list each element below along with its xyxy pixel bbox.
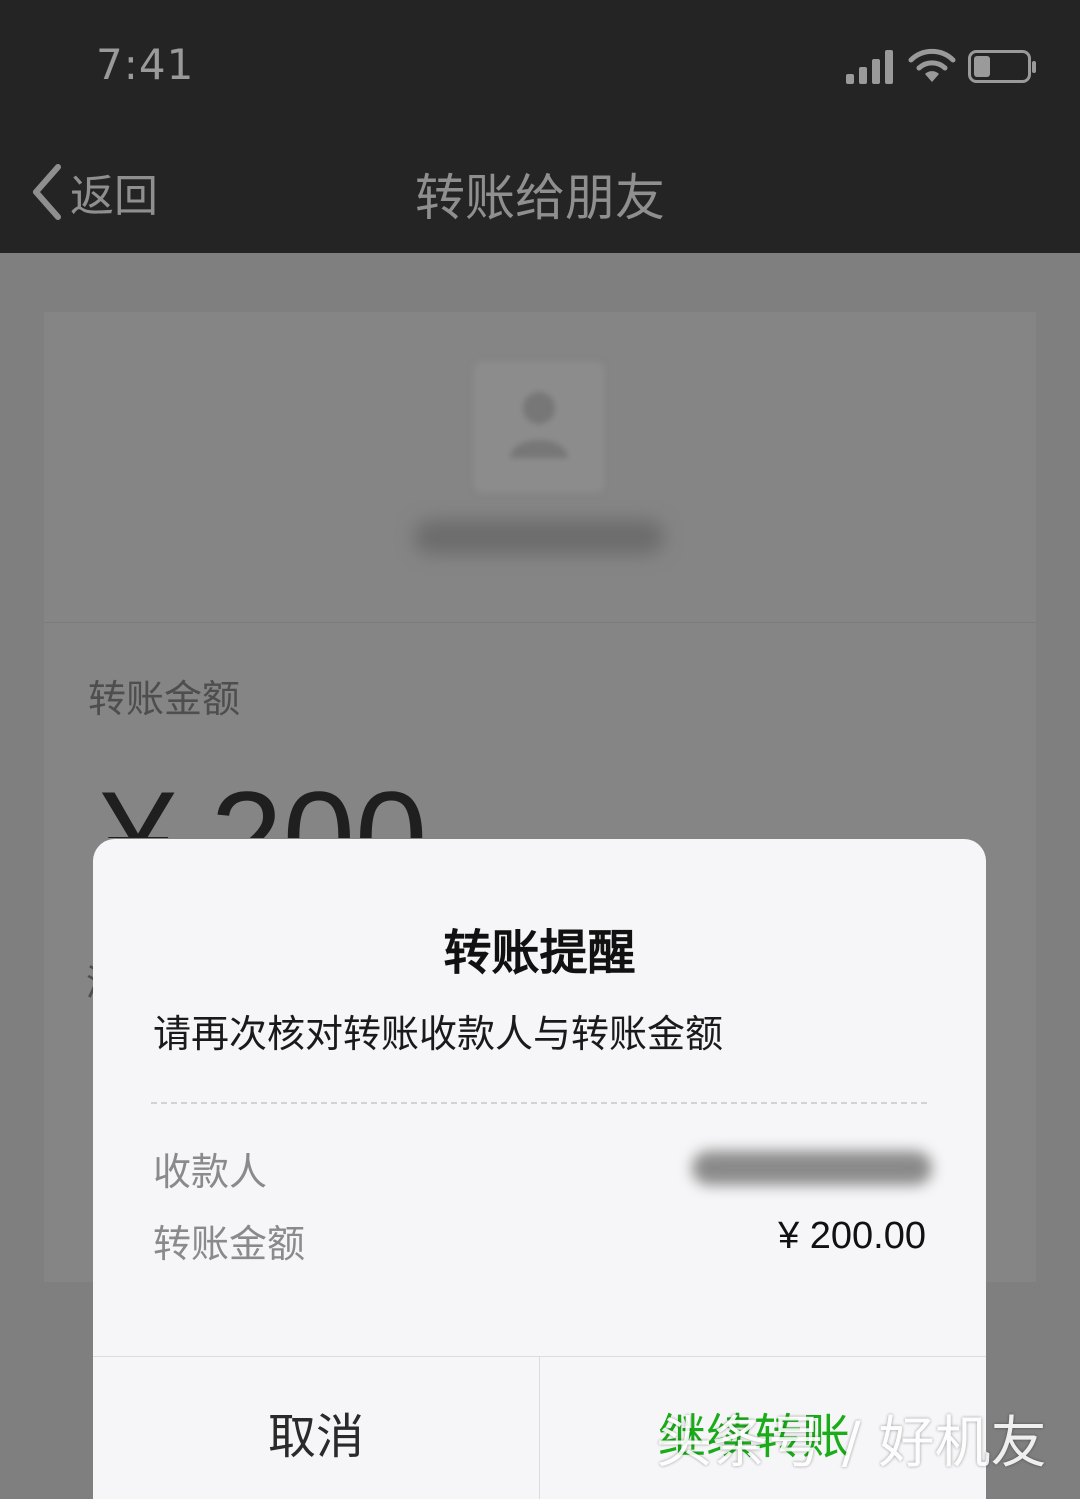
amount-input-area[interactable]: ¥ 200 (88, 752, 988, 838)
status-time: 7:41 (96, 40, 195, 89)
avatar (474, 362, 604, 492)
payee-label: 收款人 (153, 1150, 268, 1194)
dialog-title: 转账提醒 (443, 925, 636, 981)
page-title: 转账给朋友 (415, 169, 665, 227)
battery-icon (968, 50, 1036, 83)
dialog-message: 请再次核对转账收款人与转账金额 (153, 1012, 724, 1056)
amount-input-value: ¥ 200 (102, 764, 428, 838)
dialog-amount-label: 转账金额 (153, 1222, 306, 1266)
amount-label: 转账金额 (88, 677, 241, 721)
cancel-button[interactable]: 取消 (93, 1357, 539, 1499)
divider (44, 622, 1036, 623)
recipient-name-blurred (414, 520, 664, 554)
wifi-icon (908, 48, 956, 82)
payee-name-blurred (692, 1151, 932, 1185)
dialog-divider (151, 1102, 927, 1104)
signal-bars-icon (846, 50, 893, 84)
watermark: 头条号 / 好机友 (656, 1411, 1047, 1476)
status-bar: 7:41 (0, 0, 1080, 130)
dialog-amount-value: ¥ 200.00 (778, 1215, 926, 1257)
nav-bar: 返回 转账给朋友 (0, 130, 1080, 253)
person-icon (510, 392, 568, 458)
